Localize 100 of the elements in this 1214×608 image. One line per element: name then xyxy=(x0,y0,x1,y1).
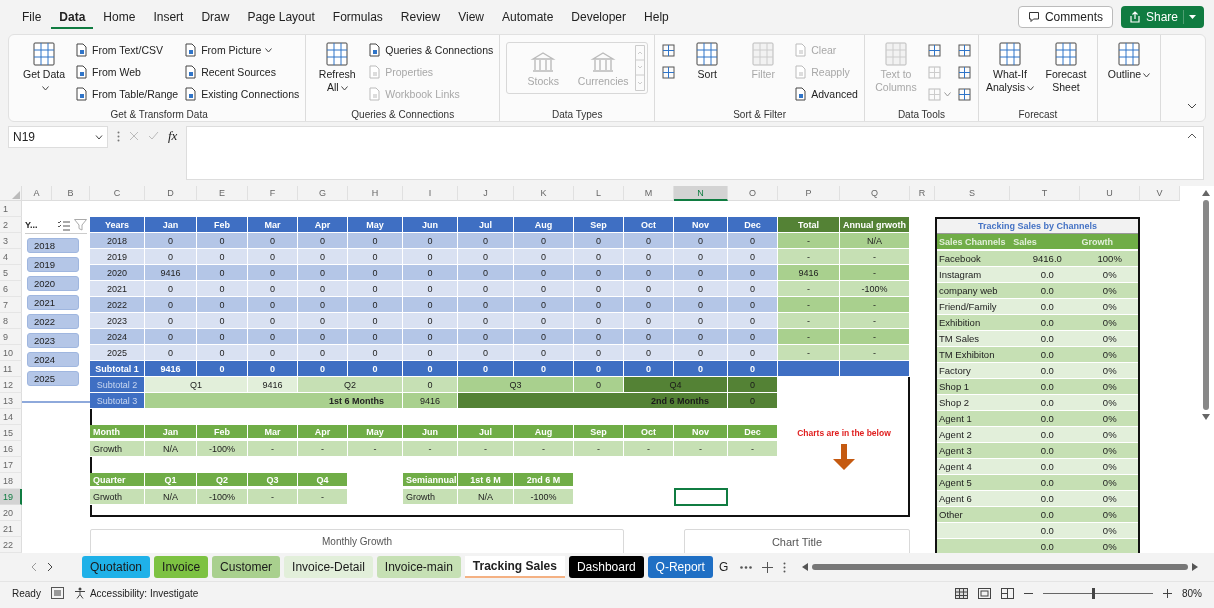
selected-cell[interactable] xyxy=(674,488,728,506)
ribbon-button[interactable]: What-If Analysis xyxy=(984,38,1035,94)
ribbon-button[interactable]: Outline xyxy=(1103,38,1154,81)
row-header[interactable]: 21 xyxy=(0,521,22,537)
row-header[interactable]: 15 xyxy=(0,425,22,441)
ribbon-button[interactable]: From Text/CSV xyxy=(75,40,179,60)
menu-tab[interactable]: Review xyxy=(392,5,449,29)
column-header[interactable]: F xyxy=(248,186,298,201)
column-header[interactable]: E xyxy=(197,186,248,201)
sheet-tab[interactable]: Q-Report xyxy=(647,556,713,578)
sheet-tab[interactable]: Invoice-Detail xyxy=(284,556,373,578)
row-header[interactable]: 10 xyxy=(0,345,22,361)
slicer-item[interactable]: 2025 xyxy=(27,371,79,386)
menu-tab[interactable]: File xyxy=(14,5,50,29)
ribbon-button[interactable]: From Table/Range xyxy=(75,84,179,104)
ribbon-button[interactable]: Existing Connections xyxy=(184,84,300,104)
scroll-up-icon[interactable] xyxy=(1202,190,1210,196)
sheet-tab[interactable]: G xyxy=(716,556,731,578)
row-header[interactable]: 16 xyxy=(0,441,22,457)
next-icon[interactable] xyxy=(47,562,54,572)
ribbon-button[interactable]: Sort xyxy=(682,38,733,81)
page-layout-icon[interactable] xyxy=(978,587,991,599)
column-header[interactable]: M xyxy=(624,186,674,201)
menu-tab[interactable]: Formulas xyxy=(324,5,391,29)
sheet-tab[interactable]: Quotation xyxy=(82,556,151,578)
row-header[interactable]: 14 xyxy=(0,409,22,425)
scroll-right-icon[interactable] xyxy=(1192,563,1198,571)
chart-card[interactable]: Monthly Growth xyxy=(90,529,624,553)
menu-tab[interactable]: Automate xyxy=(493,5,562,29)
column-header[interactable]: D xyxy=(145,186,197,201)
menu-tab[interactable]: Developer xyxy=(563,5,635,29)
menu-tab[interactable]: Page Layout xyxy=(239,5,323,29)
ribbon-button[interactable]: Queries & Connections xyxy=(368,40,494,60)
more-icon[interactable] xyxy=(117,131,120,142)
ribbon-button[interactable]: From Picture xyxy=(184,40,300,60)
column-header[interactable]: S xyxy=(935,186,1010,201)
column-header[interactable]: A xyxy=(22,186,52,201)
row-header[interactable]: 17 xyxy=(0,457,22,473)
accessibility-button[interactable]: Accessibility: Investigate xyxy=(73,587,199,599)
ribbon-button[interactable]: Refresh All xyxy=(312,38,363,94)
column-header[interactable]: O xyxy=(728,186,778,201)
menu-tab[interactable]: View xyxy=(450,5,492,29)
row-header[interactable]: 8 xyxy=(0,313,22,329)
menu-tab[interactable]: Home xyxy=(95,5,144,29)
column-header[interactable]: J xyxy=(458,186,514,201)
row-header[interactable]: 19 xyxy=(0,489,22,505)
row-header[interactable]: 11 xyxy=(0,361,22,377)
column-header[interactable]: P xyxy=(778,186,840,201)
column-header[interactable]: I xyxy=(403,186,458,201)
row-header[interactable]: 20 xyxy=(0,505,22,521)
ribbon-button[interactable]: Recent Sources xyxy=(184,62,300,82)
row-header[interactable]: 6 xyxy=(0,281,22,297)
slicer-item[interactable]: 2022 xyxy=(27,314,79,329)
column-header[interactable]: L xyxy=(574,186,624,201)
row-header[interactable]: 4 xyxy=(0,249,22,265)
menu-tab[interactable]: Draw xyxy=(193,5,238,29)
ribbon-button[interactable]: From Web xyxy=(75,62,179,82)
normal-view-icon[interactable] xyxy=(955,587,968,599)
sheet-tab[interactable]: Invoice-main xyxy=(376,556,461,578)
scroll-down-icon[interactable] xyxy=(1202,414,1210,420)
row-header[interactable]: 18 xyxy=(0,473,22,489)
menu-tab[interactable]: Help xyxy=(636,5,677,29)
column-header[interactable]: H xyxy=(348,186,403,201)
menu-tab[interactable]: Insert xyxy=(145,5,192,29)
row-header[interactable]: 9 xyxy=(0,329,22,345)
row-header[interactable]: 13 xyxy=(0,393,22,409)
slicer-item[interactable]: 2023 xyxy=(27,333,79,348)
column-header[interactable]: K xyxy=(514,186,574,201)
formula-input[interactable] xyxy=(186,126,1204,180)
sheet-tab[interactable]: Invoice xyxy=(154,556,209,578)
insert-function-button[interactable]: fx xyxy=(168,128,178,144)
column-header[interactable]: R xyxy=(910,186,935,201)
row-header[interactable]: 1 xyxy=(0,201,22,217)
name-box[interactable]: N19 xyxy=(8,126,108,148)
column-header[interactable]: T xyxy=(1010,186,1080,201)
zoom-in-icon[interactable] xyxy=(1163,588,1172,598)
horizontal-scrollbar[interactable] xyxy=(802,563,1198,571)
comments-button[interactable]: Comments xyxy=(1017,6,1113,28)
page-break-icon[interactable] xyxy=(1001,587,1014,599)
column-header[interactable]: N xyxy=(674,186,728,201)
chevron-icon[interactable] xyxy=(1187,133,1197,139)
slicer-item[interactable]: 2018 xyxy=(27,238,79,253)
scroll-left-icon[interactable] xyxy=(802,563,809,571)
previous-icon[interactable] xyxy=(30,562,37,572)
row-header[interactable]: 7 xyxy=(0,297,22,313)
slicer-item[interactable]: 2020 xyxy=(27,276,79,291)
sheet-tab[interactable]: Customer xyxy=(212,556,281,578)
column-header[interactable]: V xyxy=(1140,186,1180,201)
column-header[interactable]: U xyxy=(1080,186,1140,201)
column-header[interactable]: Q xyxy=(840,186,910,201)
slicer-item[interactable]: 2021 xyxy=(27,295,79,310)
column-header[interactable]: B xyxy=(52,186,90,201)
more-icon[interactable] xyxy=(783,561,787,573)
row-header[interactable]: 5 xyxy=(0,265,22,281)
row-header[interactable]: 3 xyxy=(0,233,22,249)
ribbon-button[interactable]: Advanced xyxy=(794,84,858,104)
macro-icon[interactable] xyxy=(50,587,64,599)
check-icon[interactable] xyxy=(148,131,159,141)
row-header[interactable]: 12 xyxy=(0,377,22,393)
sheet-tab[interactable]: Tracking Sales xyxy=(464,556,565,578)
